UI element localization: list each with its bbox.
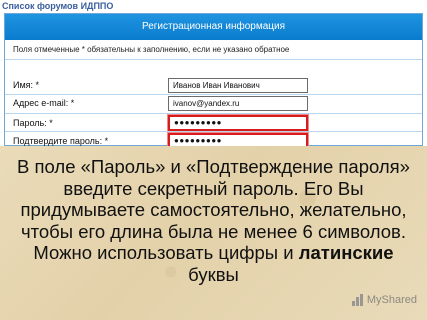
field-label: Подтвердите пароль: * <box>13 136 109 146</box>
caption-bold-word: латинские <box>298 242 394 263</box>
watermark-text: MyShared <box>366 294 417 306</box>
field-row-confirm-password: Подтвердите пароль: * ●●●●●●●●● <box>5 131 422 146</box>
registration-form: Регистрационная информация Поля отмеченн… <box>4 13 423 146</box>
field-label: Имя: * <box>13 80 40 90</box>
divider <box>5 59 422 60</box>
forum-registration-screenshot: Список форумов ИДППО Регистрационная инф… <box>0 0 427 146</box>
field-row-name: Имя: * Иванов Иван Иванович <box>5 75 422 95</box>
form-required-note: Поля отмеченные * обязательны к заполнен… <box>13 45 290 54</box>
field-label: Адрес e-mail: * <box>13 98 75 108</box>
slide-caption: В поле «Пароль» и «Подтверждение пароля»… <box>14 156 413 285</box>
field-row-email: Адрес e-mail: * ivanov@yandex.ru <box>5 93 422 113</box>
watermark: MyShared <box>351 292 417 308</box>
bar-chart-icon <box>351 293 364 307</box>
field-row-password: Пароль: * ●●●●●●●●● <box>5 113 422 133</box>
password-input[interactable]: ●●●●●●●●● <box>168 115 308 131</box>
field-label: Пароль: * <box>13 118 53 128</box>
email-input[interactable]: ivanov@yandex.ru <box>168 96 308 111</box>
form-header: Регистрационная информация <box>5 14 422 40</box>
breadcrumb-forum-list[interactable]: Список форумов ИДППО <box>2 0 113 12</box>
confirm-password-input[interactable]: ●●●●●●●●● <box>168 133 308 146</box>
caption-text-end: буквы <box>188 263 239 285</box>
name-input[interactable]: Иванов Иван Иванович <box>168 78 308 93</box>
